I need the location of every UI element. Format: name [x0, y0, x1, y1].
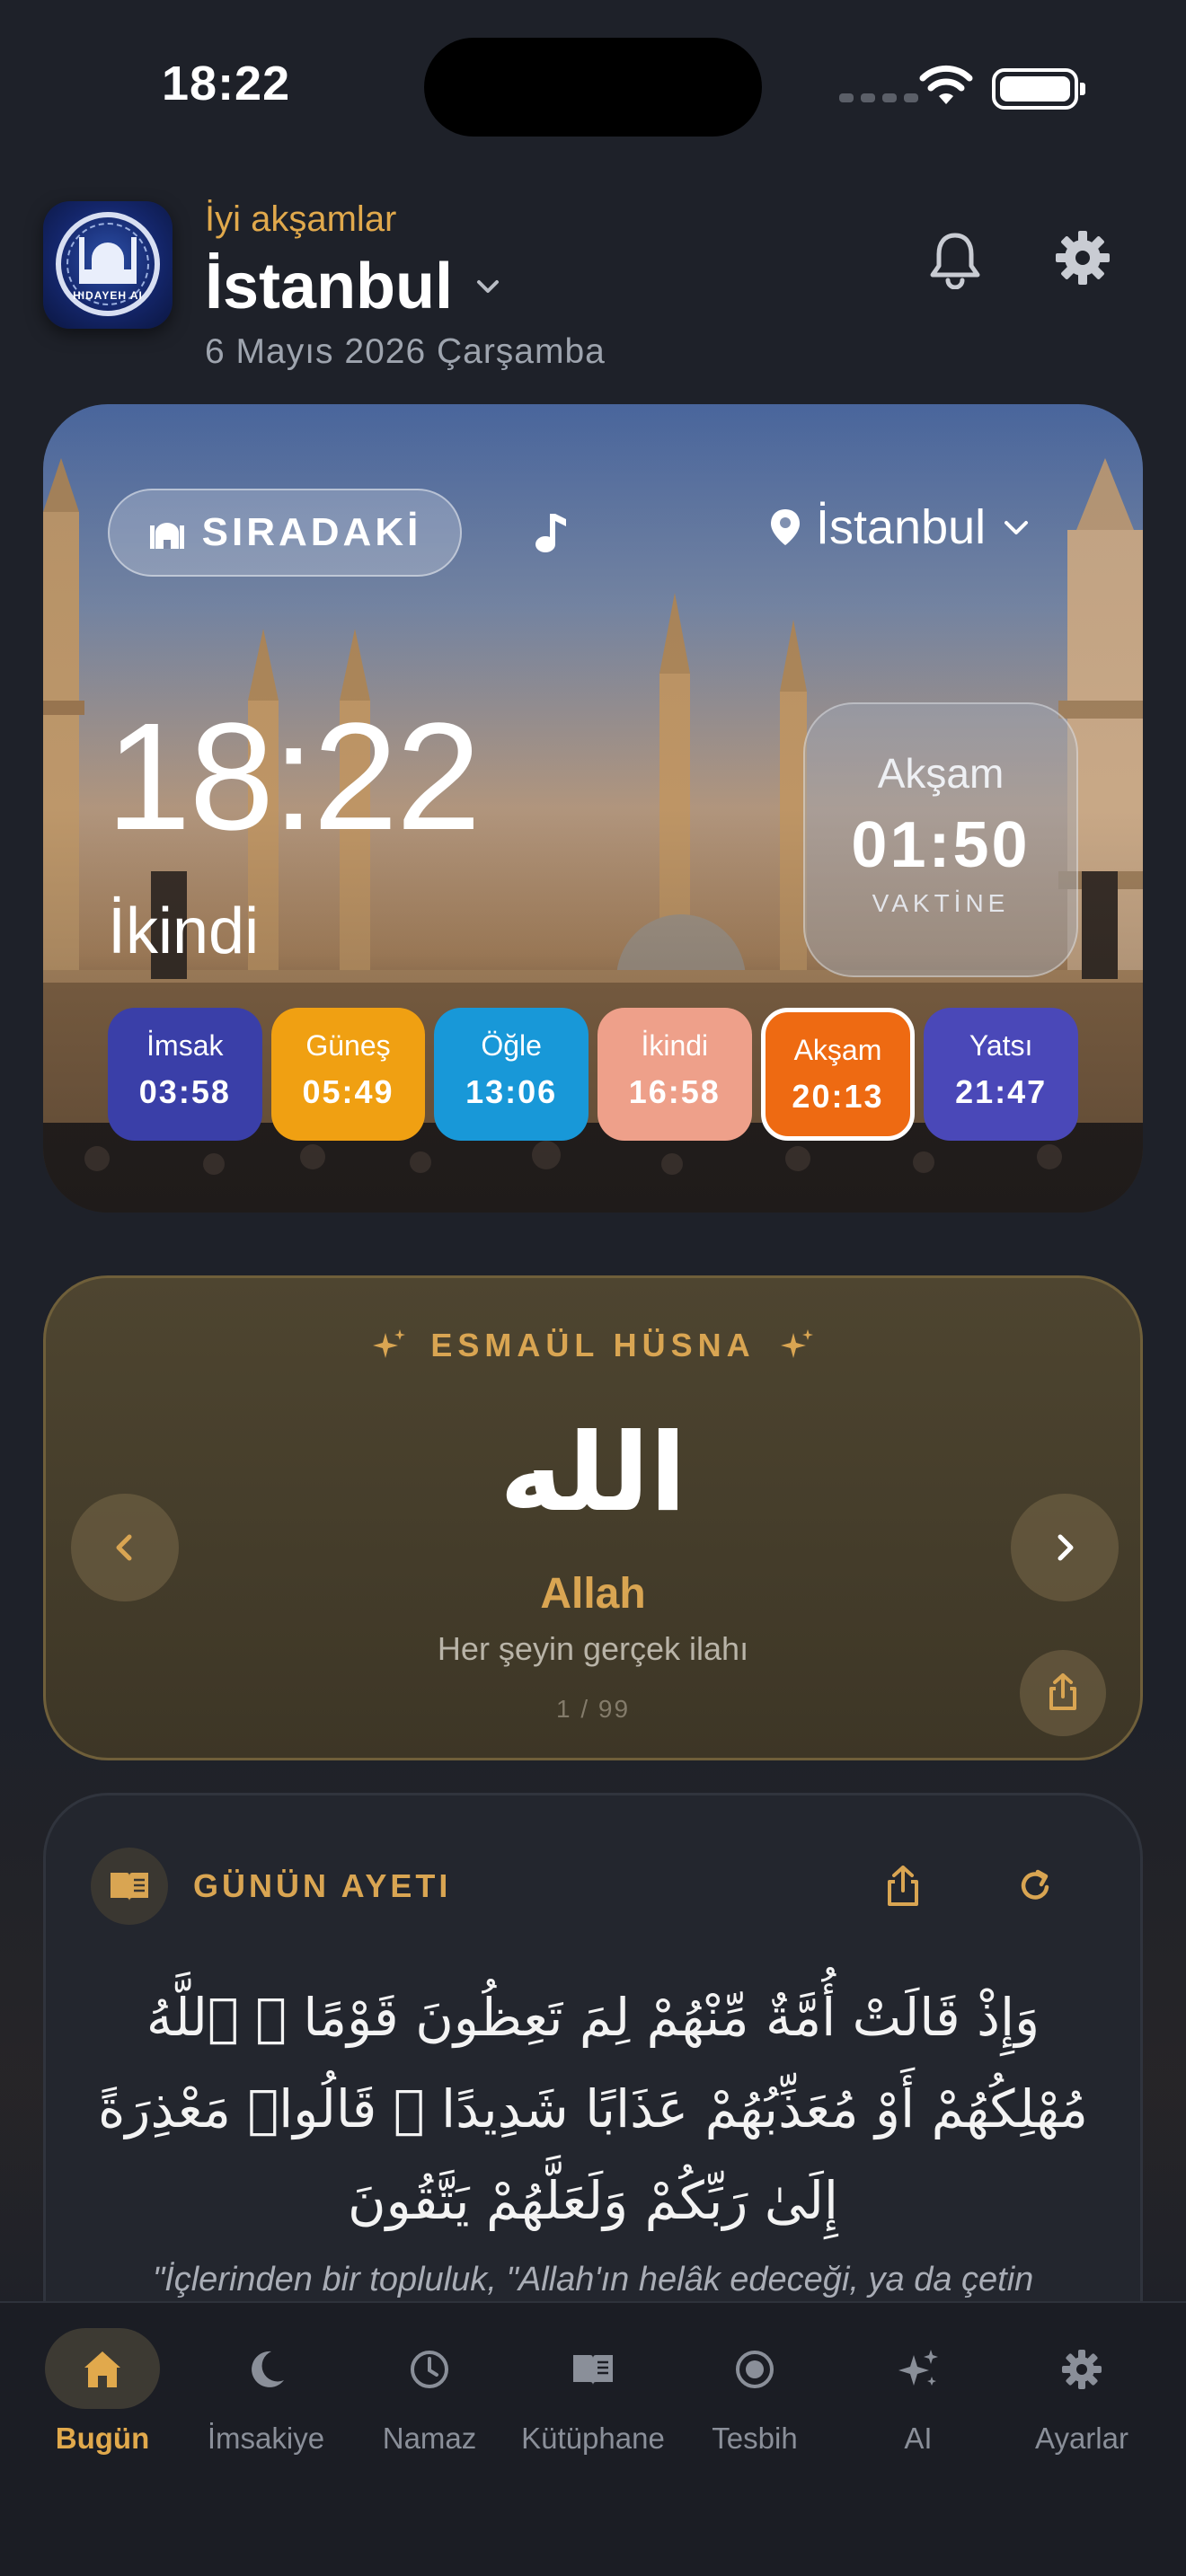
tab-icon-container [697, 2328, 812, 2409]
refresh-icon[interactable] [1016, 1867, 1054, 1905]
prayer-tile[interactable]: Akşam 20:13 [760, 1008, 916, 1141]
esma-header: ESMAÜL HÜSNA [46, 1327, 1140, 1364]
clock-icon [411, 2351, 448, 2388]
home-icon [84, 2351, 120, 2387]
verse-title: GÜNÜN AYETI [193, 1867, 452, 1904]
verse-arabic: وَإِذْ قَالَتْ أُمَّةٌ مِّنْهُمْ لِمَ تَ… [98, 1987, 1088, 2231]
prayer-tile-time: 13:06 [465, 1073, 558, 1110]
prayer-tile-time: 03:58 [138, 1073, 231, 1110]
moon-icon [252, 2351, 284, 2387]
tab-bugün[interactable]: Bugün [22, 2328, 183, 2456]
greeting: İyi akşamlar [205, 199, 397, 239]
next-button[interactable] [1011, 1494, 1119, 1601]
tab-icon-container [1024, 2328, 1139, 2409]
prayer-tile-name: Akşam [793, 1034, 882, 1066]
tab-icon-container [208, 2328, 323, 2409]
tab-ai[interactable]: AI [837, 2328, 999, 2456]
next-prayer-pill[interactable]: SIRADAKİ [108, 489, 462, 577]
tab-label: Kütüphane [521, 2422, 665, 2455]
share-icon[interactable] [885, 1866, 921, 1907]
tab-label: İmsakiye [207, 2422, 325, 2455]
tab-icon-container [535, 2328, 651, 2409]
esma-counter: 1 / 99 [555, 1695, 631, 1723]
prayer-tile-name: Güneş [305, 1029, 391, 1062]
current-prayer-name: İkindi [108, 895, 260, 967]
logo-text: HIDAYEH AI [73, 289, 143, 302]
esma-meaning: Her şeyin gerçek ilahı [437, 1630, 749, 1667]
countdown-time: 01:50 [851, 809, 1031, 881]
prayer-tile-time: 20:13 [792, 1078, 884, 1115]
date-text: 6 Mayıs 2026 Çarşamba [205, 332, 606, 371]
prayer-times-row: İmsak 03:58 Güneş 05:49 Öğle 13:06 İkindi 16:58… [108, 1008, 1078, 1142]
tab-i̇msakiye[interactable]: İmsakiye [185, 2328, 347, 2456]
tab-label: AI [904, 2422, 933, 2455]
tab-ayarlar[interactable]: Ayarlar [1001, 2328, 1163, 2456]
prayer-tile[interactable]: İmsak 03:58 [108, 1008, 262, 1141]
sparkle-icon [898, 2350, 938, 2386]
countdown-prayer-name: Akşam [877, 750, 1005, 797]
prayer-tile[interactable]: Yatsı 21:47 [924, 1008, 1078, 1141]
tab-label: Tesbih [712, 2422, 798, 2455]
quran-book-icon [91, 1848, 168, 1925]
prayer-tile-time: 21:47 [955, 1073, 1048, 1110]
prayer-tile[interactable]: Öğle 13:06 [434, 1008, 589, 1141]
prayer-tile-name: Öğle [481, 1029, 542, 1062]
gear-icon [1062, 2350, 1102, 2389]
prayer-tile[interactable]: Güneş 05:49 [270, 1008, 426, 1141]
tab-icon-container [861, 2328, 976, 2409]
wifi-icon [919, 65, 973, 104]
mosque-icon [149, 523, 184, 549]
next-label: SIRADAKİ [201, 510, 422, 554]
prayer-tile-name: İmsak [146, 1029, 224, 1062]
tab-namaz[interactable]: Namaz [349, 2328, 510, 2456]
chevron-down-icon [1005, 521, 1029, 534]
prayer-tile-name: İkindi [641, 1029, 709, 1062]
prayer-tile-time: 05:49 [302, 1073, 394, 1110]
esma-arabic: الله [500, 1411, 686, 1536]
verse-header: GÜNÜN AYETI [91, 1848, 451, 1925]
previous-button[interactable] [71, 1494, 179, 1601]
location-label: İstanbul [816, 500, 987, 554]
esma-title: ESMAÜL HÜSNA [430, 1327, 756, 1363]
share-icon [1049, 1673, 1076, 1710]
sparkle-icon [780, 1329, 813, 1358]
current-time: 18:22 [106, 692, 481, 862]
battery-icon [992, 68, 1085, 110]
countdown-suffix: VAKTİNE [872, 889, 1010, 917]
settings-gear-icon[interactable] [1053, 228, 1112, 287]
chevron-right-icon [1058, 1534, 1074, 1561]
status-bar: 18:22 [0, 0, 1186, 171]
chevron-down-icon[interactable] [473, 271, 503, 302]
esma-name: Allah [540, 1570, 646, 1618]
prayer-tile[interactable]: İkindi 16:58 [597, 1008, 752, 1141]
esmaul-husna-card: ESMAÜL HÜSNA الله Allah Her şeyin gerçek… [43, 1275, 1143, 1760]
tab-tesbih[interactable]: Tesbih [674, 2328, 836, 2456]
music-note-icon[interactable] [528, 510, 570, 555]
tab-label: Ayarlar [1035, 2422, 1128, 2455]
location-selector[interactable]: İstanbul [769, 499, 1032, 555]
tesbih-icon [736, 2351, 774, 2388]
status-time: 18:22 [162, 57, 291, 110]
bell-icon[interactable] [927, 230, 983, 289]
countdown-box: Akşam 01:50 VAKTİNE [803, 702, 1078, 977]
prayer-tile-name: Yatsı [969, 1029, 1033, 1062]
bottom-tab-bar: Bugün İmsakiye Namaz Kütüphane Tesbih AI Ayarl… [0, 2301, 1186, 2576]
location-pin-icon [771, 509, 800, 545]
tab-kütüphane[interactable]: Kütüphane [512, 2328, 674, 2456]
tab-label: Namaz [382, 2422, 477, 2455]
app-logo: HIDAYEH AI [43, 201, 173, 329]
city-selector[interactable]: İstanbul [205, 250, 453, 323]
signal-icon [839, 93, 918, 102]
book-icon [573, 2355, 613, 2386]
verse-translation: "İçlerinden bir topluluk, "Allah'ın helâ… [152, 2261, 1034, 2298]
esma-share-button[interactable] [1020, 1650, 1106, 1736]
prayer-times-card[interactable]: SIRADAKİ İstanbul 18:22 İkindi Akşam 01:… [43, 404, 1143, 1213]
sparkle-icon [373, 1329, 406, 1358]
tab-label: Bugün [55, 2422, 150, 2455]
prayer-tile-time: 16:58 [628, 1073, 721, 1110]
tab-icon-container [45, 2328, 160, 2409]
dynamic-island [424, 38, 762, 137]
tab-icon-container [372, 2328, 487, 2409]
chevron-left-icon [116, 1534, 132, 1561]
